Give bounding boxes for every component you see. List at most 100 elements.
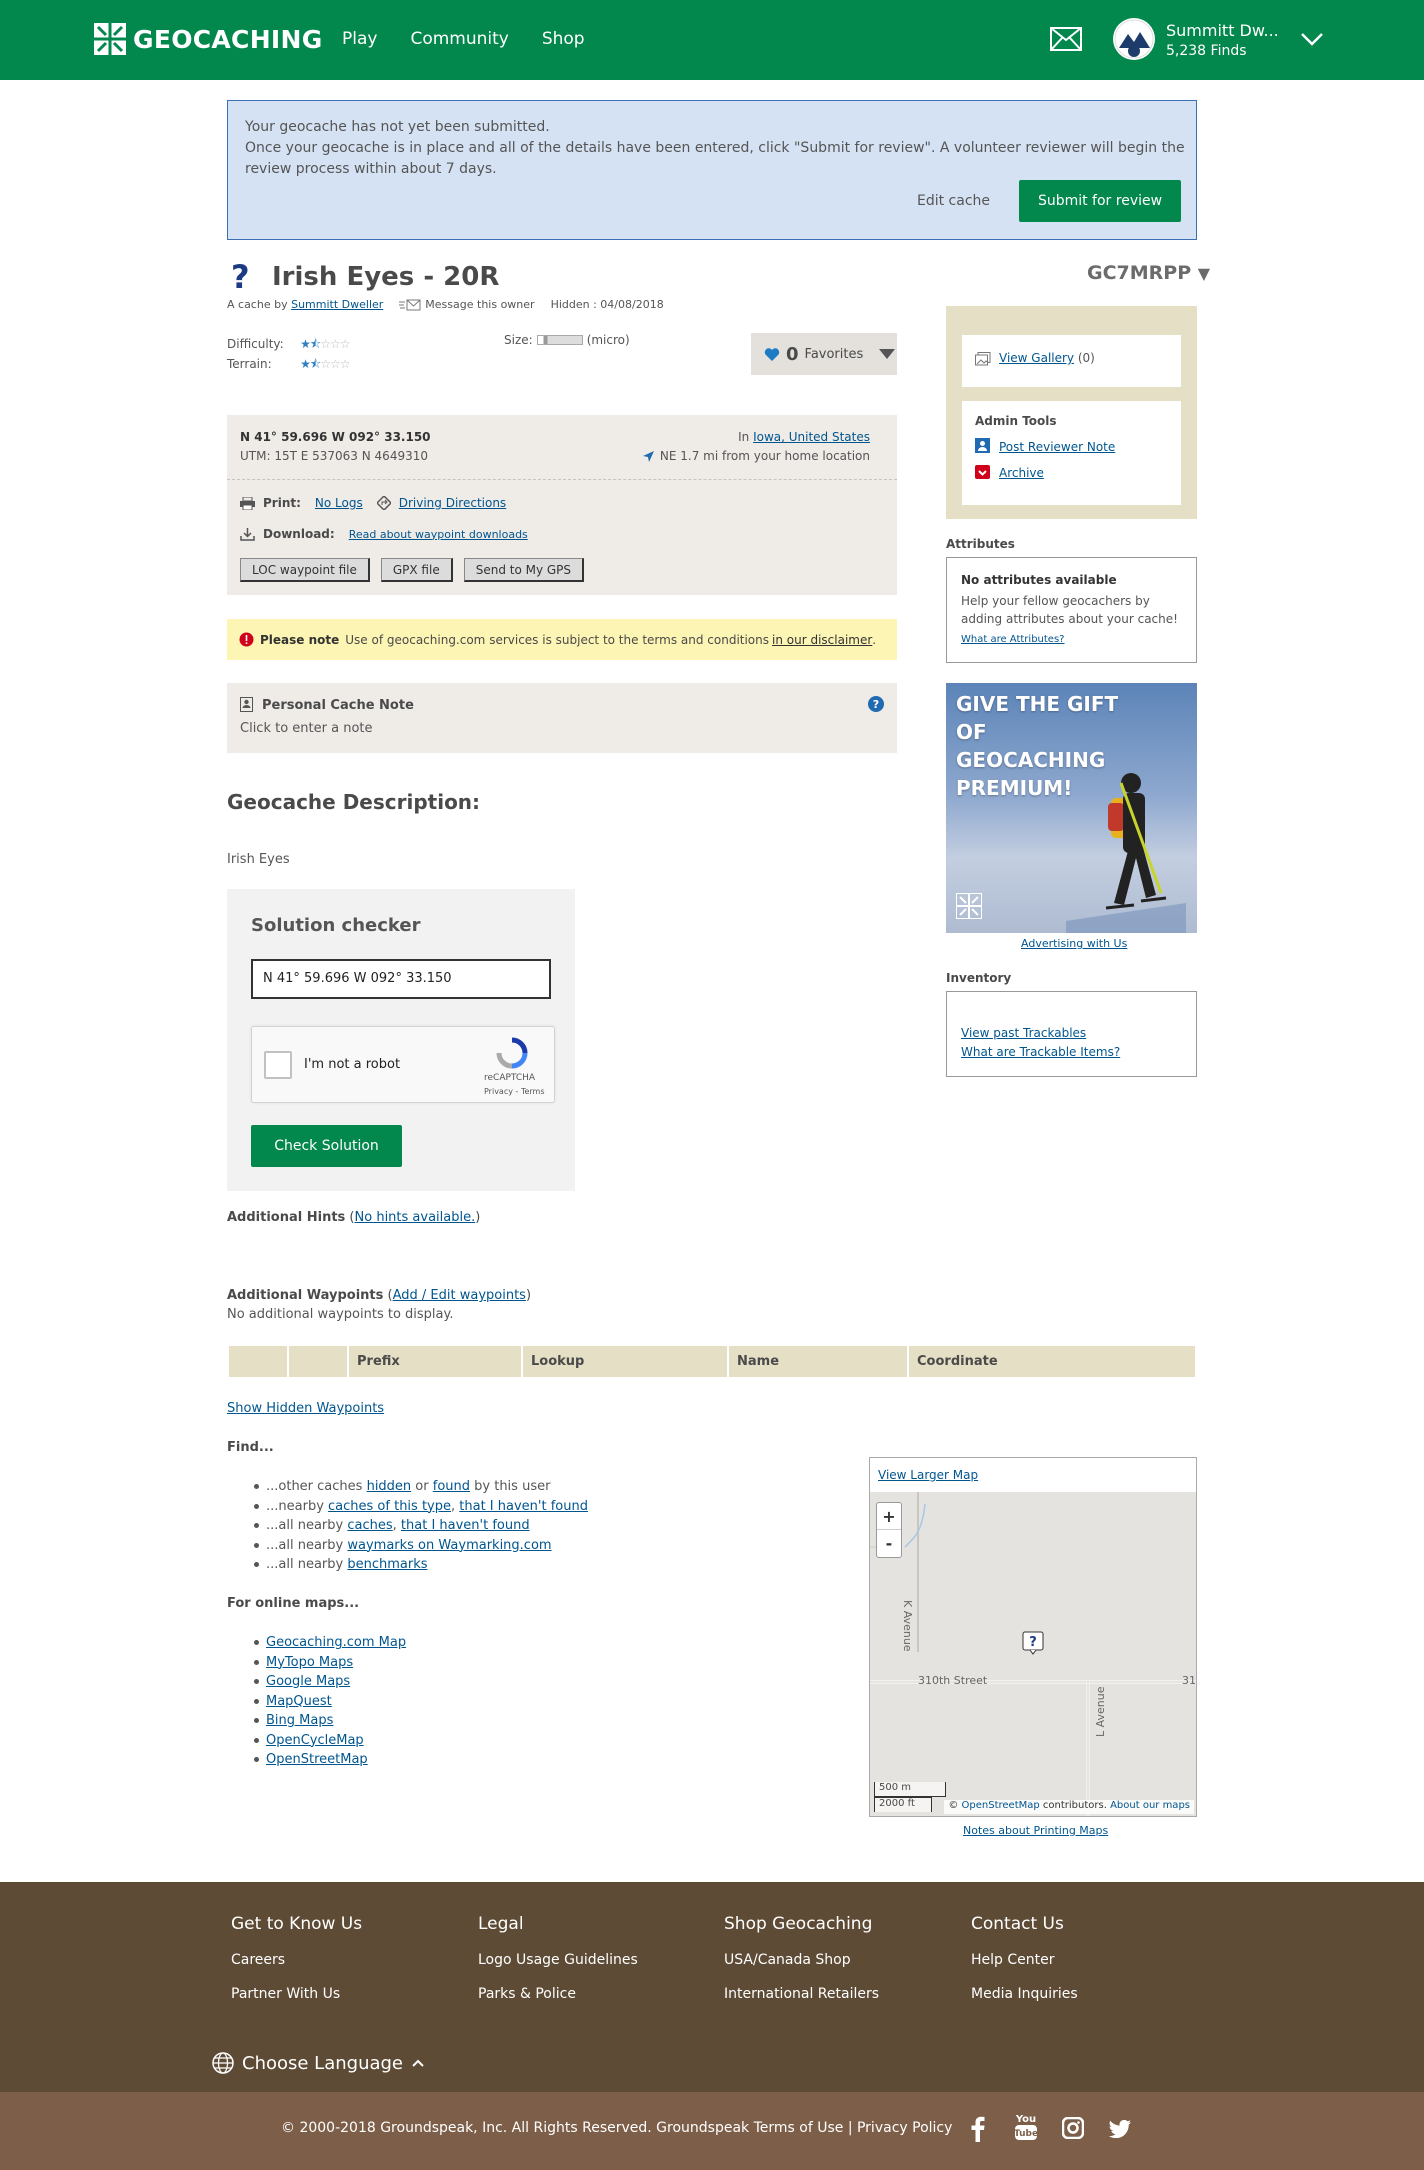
submit-for-review-button[interactable]: Submit for review <box>1019 180 1181 222</box>
instagram-icon[interactable] <box>1062 2117 1084 2139</box>
map-link[interactable]: MapQuest <box>266 1694 332 1709</box>
street-label-l-avenue: L Avenue <box>1094 1686 1107 1738</box>
footer-column-title: Contact Us <box>971 1914 1064 1934</box>
osm-link[interactable]: OpenStreetMap <box>962 1800 1040 1811</box>
footer-bottom: © 2000-2018 Groundspeak, Inc. All Rights… <box>0 2092 1424 2170</box>
solution-input[interactable]: N 41° 59.696 W 092° 33.150 <box>251 959 551 999</box>
list-item: OpenStreetMap <box>254 1750 406 1770</box>
youtube-icon[interactable]: You Tube <box>1014 2112 1038 2142</box>
footer-link[interactable]: Logo Usage Guidelines <box>478 1952 638 1968</box>
view-gallery-link[interactable]: View Gallery <box>999 351 1074 365</box>
nav-community[interactable]: Community <box>410 29 508 49</box>
disclaimer-link[interactable]: in our disclaimer <box>772 633 872 647</box>
scale-feet: 2000 ft <box>874 1797 932 1812</box>
footer-link[interactable]: Media Inquiries <box>971 1986 1078 2002</box>
twitter-icon[interactable] <box>1109 2120 1131 2138</box>
all-caches-link[interactable]: caches <box>347 1518 392 1533</box>
post-reviewer-note-link[interactable]: Post Reviewer Note <box>999 440 1115 454</box>
footer-link[interactable]: Help Center <box>971 1952 1078 1968</box>
gpx-file-button[interactable]: GPX file <box>380 558 453 582</box>
message-owner-link[interactable]: Message this owner <box>425 298 534 311</box>
recaptcha-logo-icon <box>496 1037 528 1069</box>
view-larger-map-link[interactable]: View Larger Map <box>878 1468 978 1482</box>
find-list: ...other caches hidden or found by this … <box>254 1477 588 1575</box>
printing-maps-notes-link[interactable]: Notes about Printing Maps <box>963 1824 1108 1837</box>
recaptcha-links[interactable]: Privacy - Terms <box>484 1087 545 1096</box>
not-found-link[interactable]: that I haven't found <box>401 1518 530 1533</box>
notice-line1: Your geocache has not yet been submitted… <box>245 119 550 135</box>
mail-icon[interactable] <box>1050 27 1082 51</box>
owner-link[interactable]: Summitt Dweller <box>291 298 383 311</box>
footer-link[interactable]: USA/Canada Shop <box>724 1952 879 1968</box>
no-hints-link[interactable]: No hints available. <box>355 1210 476 1225</box>
zoom-in-button[interactable]: + <box>877 1503 901 1530</box>
list-item: ...all nearby benchmarks <box>254 1555 588 1575</box>
logo-text: GEOCACHING <box>133 24 323 54</box>
benchmarks-link[interactable]: benchmarks <box>347 1557 427 1572</box>
map-link[interactable]: OpenCycleMap <box>266 1733 364 1748</box>
found-link[interactable]: found <box>433 1479 470 1494</box>
personal-cache-note[interactable]: Personal Cache Note Click to enter a not… <box>227 683 897 753</box>
footer-column: Get to Know Us Careers Partner With Us <box>231 1914 362 2020</box>
nav-play[interactable]: Play <box>342 29 377 49</box>
loc-waypoint-button[interactable]: LOC waypoint file <box>240 558 370 582</box>
edit-cache-link[interactable]: Edit cache <box>917 193 990 209</box>
list-item: ...other caches hidden or found by this … <box>254 1477 588 1497</box>
geocaching-logo[interactable]: GEOCACHING <box>93 22 323 56</box>
add-edit-waypoints-link[interactable]: Add / Edit waypoints <box>393 1288 526 1303</box>
view-past-trackables-link[interactable]: View past Trackables <box>961 1026 1086 1040</box>
please-note-banner: Please note Use of geocaching.com servic… <box>227 619 897 660</box>
chevron-down-icon[interactable] <box>1300 28 1324 50</box>
not-found-link[interactable]: that I haven't found <box>459 1499 588 1514</box>
map-link[interactable]: MyTopo Maps <box>266 1655 353 1670</box>
map-link[interactable]: Bing Maps <box>266 1713 333 1728</box>
what-are-trackables-link[interactable]: What are Trackable Items? <box>961 1045 1120 1059</box>
map-canvas[interactable]: + - K Avenue 310th Street 310 L Avenue ?… <box>870 1492 1196 1816</box>
archive-link[interactable]: Archive <box>999 466 1044 480</box>
avatar[interactable] <box>1113 18 1155 60</box>
map-link[interactable]: Google Maps <box>266 1674 350 1689</box>
personal-note-placeholder[interactable]: Click to enter a note <box>240 721 373 736</box>
footer-link[interactable]: Partner With Us <box>231 1986 362 2002</box>
list-item: ...all nearby caches, that I haven't fou… <box>254 1516 588 1536</box>
cache-marker-icon[interactable]: ? <box>1022 1631 1044 1655</box>
read-about-downloads-link[interactable]: Read about waypoint downloads <box>349 528 528 541</box>
driving-directions-link[interactable]: Driving Directions <box>399 496 506 510</box>
facebook-icon[interactable] <box>971 2116 985 2142</box>
gallery-card: View Gallery (0) <box>962 335 1181 387</box>
no-logs-link[interactable]: No Logs <box>315 496 363 510</box>
choose-language[interactable]: Choose Language <box>212 2052 425 2074</box>
check-solution-button[interactable]: Check Solution <box>251 1125 402 1167</box>
footer-column-title: Legal <box>478 1914 524 1934</box>
waymarks-link[interactable]: waymarks on Waymarking.com <box>347 1538 551 1553</box>
recaptcha-checkbox[interactable] <box>264 1051 292 1079</box>
footer-link[interactable]: International Retailers <box>724 1986 879 2002</box>
additional-waypoints: Additional Waypoints (Add / Edit waypoin… <box>227 1288 532 1303</box>
footer-column: Legal Logo Usage Guidelines Parks & Poli… <box>478 1914 638 2020</box>
footer-link[interactable]: Careers <box>231 1952 362 1968</box>
direction-arrow-icon <box>642 450 654 462</box>
advertising-link[interactable]: Advertising with Us <box>1021 937 1127 950</box>
location-link[interactable]: Iowa, United States <box>753 430 870 444</box>
send-to-gps-button[interactable]: Send to My GPS <box>463 558 585 582</box>
favorites-widget[interactable]: 0 Favorites <box>751 333 897 375</box>
chevron-up-icon <box>412 2059 424 2067</box>
what-are-attributes-link[interactable]: What are Attributes? <box>961 634 1064 645</box>
user-name[interactable]: Summitt Dw... <box>1166 20 1279 41</box>
show-hidden-waypoints-link[interactable]: Show Hidden Waypoints <box>227 1401 384 1416</box>
street-label-310th: 310th Street <box>918 1674 988 1687</box>
nav-shop[interactable]: Shop <box>542 29 585 49</box>
map-link[interactable]: OpenStreetMap <box>266 1752 368 1767</box>
triangle-down-icon[interactable] <box>879 349 896 359</box>
zoom-out-button[interactable]: - <box>877 1530 901 1557</box>
hidden-link[interactable]: hidden <box>367 1479 412 1494</box>
about-maps-link[interactable]: About our maps <box>1110 1800 1190 1811</box>
premium-ad-banner[interactable]: GIVE THE GIFT OF GEOCACHING PREMIUM! <box>946 683 1197 933</box>
copyright-text[interactable]: © 2000-2018 Groundspeak, Inc. All Rights… <box>281 2120 952 2136</box>
gc-code[interactable]: GC7MRPP ▼ <box>1087 262 1210 284</box>
help-icon[interactable]: ? <box>868 696 884 712</box>
coordinates-latlon[interactable]: N 41° 59.696 W 092° 33.150 <box>240 430 431 444</box>
caches-of-type-link[interactable]: caches of this type <box>328 1499 451 1514</box>
map-link[interactable]: Geocaching.com Map <box>266 1635 406 1650</box>
footer-link[interactable]: Parks & Police <box>478 1986 638 2002</box>
